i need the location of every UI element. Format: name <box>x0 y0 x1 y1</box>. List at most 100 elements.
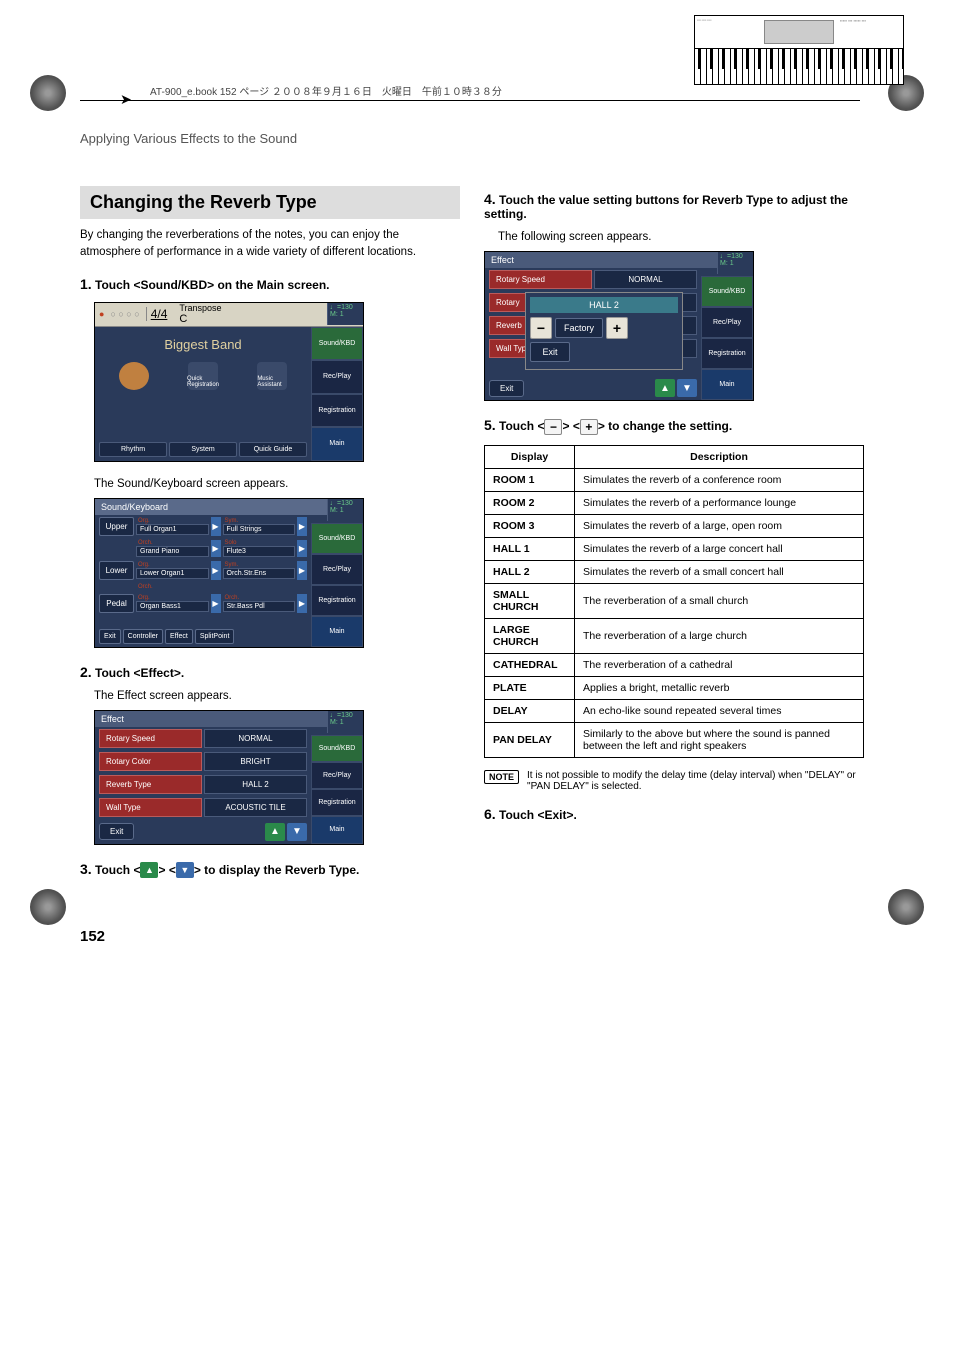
eff-side-main[interactable]: Main <box>311 816 363 843</box>
music-assist-icon[interactable]: Music Assistant <box>257 362 287 390</box>
side-rec-play[interactable]: Rec/Play <box>311 360 363 394</box>
inline-down-icon: ▼ <box>176 862 194 878</box>
popup-value-title: HALL 2 <box>530 297 678 313</box>
display-cell: CATHEDRAL <box>485 653 575 676</box>
popup-side-reg[interactable]: Registration <box>701 338 753 369</box>
arrow-icon[interactable]: ▶ <box>211 540 221 557</box>
step-6-num: 6. <box>484 806 496 822</box>
popup-nav-up[interactable]: ▲ <box>655 379 675 397</box>
arrow-icon[interactable]: ▶ <box>297 561 307 580</box>
popup-title-bar: Effect <box>491 255 514 265</box>
eff-side-reg[interactable]: Registration <box>311 789 363 816</box>
step-1-num: 1. <box>80 276 92 292</box>
arrow-icon[interactable]: ▶ <box>297 594 307 613</box>
quick-reg-icon[interactable]: Quick Registration <box>188 362 218 390</box>
keyboard-diagram: ▪▪▪▪ ▪▪▪▪ ▪▪▪▪ ▪▪▪▪▪ ▪▪▪ ▪▪▪▪▪ ▪▪▪ <box>694 15 904 85</box>
arrow-icon[interactable]: ▶ <box>297 540 307 557</box>
description-cell: The reverberation of a large church <box>575 618 864 653</box>
kb-side-sound[interactable]: Sound/KBD <box>311 523 363 554</box>
minus-button[interactable]: − <box>530 317 552 339</box>
kb-side-main[interactable]: Main <box>311 616 363 647</box>
effect-button[interactable]: Effect <box>165 629 193 644</box>
breadcrumb: Applying Various Effects to the Sound <box>80 131 460 146</box>
popup-outer-exit[interactable]: Exit <box>489 380 524 397</box>
lower-label: Lower <box>99 561 134 580</box>
reverb-type-value[interactable]: HALL 2 <box>204 775 307 794</box>
factory-button[interactable]: Factory <box>555 318 603 338</box>
effect-screen-figure: Effect P.1/3 ♩=130M: 1 Sound/KBD Rec/Pla… <box>94 710 364 845</box>
upper-voice-3[interactable]: Grand Piano <box>136 546 209 557</box>
popup-exit-button[interactable]: Exit <box>530 342 570 362</box>
disc-icon[interactable] <box>119 362 149 390</box>
pedal-label: Pedal <box>99 594 134 613</box>
step-2: 2. Touch <Effect>. <box>80 664 460 680</box>
system-button[interactable]: System <box>169 442 237 457</box>
controller-button[interactable]: Controller <box>123 629 163 644</box>
value-popup: HALL 2 − Factory + Exit <box>525 292 683 370</box>
time-sig: 4/4 <box>146 307 168 321</box>
upper-voice-4[interactable]: Flute3 <box>223 546 296 557</box>
nav-up-icon[interactable]: ▲ <box>265 823 285 841</box>
lower-voice-2[interactable]: Orch.Str.Ens <box>223 568 296 579</box>
rotary-speed-value[interactable]: NORMAL <box>204 729 307 748</box>
popup-nav-down[interactable]: ▼ <box>677 379 697 397</box>
main-screen-figure: ● ○ ○ ○ ○ 4/4 TransposeC C ♩=130M: 1 Sou… <box>94 302 364 462</box>
inline-minus-icon: − <box>544 419 562 435</box>
note-block: NOTE It is not possible to modify the de… <box>484 770 864 792</box>
upper-voice-1[interactable]: Full Organ1 <box>136 524 209 535</box>
nav-down-icon[interactable]: ▼ <box>287 823 307 841</box>
arrow-icon[interactable]: ▶ <box>211 561 221 580</box>
eff-title: Effect <box>101 714 124 724</box>
popup-screen-figure: Effect P.1/3 ♩=130M: 1 Sound/KBD Rec/Pla… <box>484 251 754 401</box>
description-cell: Applies a bright, metallic reverb <box>575 676 864 699</box>
arrow-icon[interactable]: ▶ <box>211 594 221 613</box>
rhythm-button[interactable]: Rhythm <box>99 442 167 457</box>
pedal-voice-2[interactable]: Str.Bass Pdl <box>223 601 296 612</box>
quick-guide-button[interactable]: Quick Guide <box>239 442 307 457</box>
upper-label: Upper <box>99 517 134 536</box>
step-2-num: 2. <box>80 664 92 680</box>
step-4-text: Touch the value setting buttons for Reve… <box>484 193 848 221</box>
rotary-speed-label: Rotary Speed <box>99 729 202 748</box>
table-header-display: Display <box>485 445 575 468</box>
side-sound-kbd[interactable]: Sound/KBD <box>311 327 363 361</box>
eff-side-rec[interactable]: Rec/Play <box>311 762 363 789</box>
step-6: 6. Touch <Exit>. <box>484 806 864 822</box>
step-3: 3. Touch <▲> <▼> to display the Reverb T… <box>80 861 460 879</box>
pedal-voice-1[interactable]: Organ Bass1 <box>136 601 209 612</box>
lower-voice-1[interactable]: Lower Organ1 <box>136 568 209 579</box>
arrow-icon[interactable]: ▶ <box>211 517 221 536</box>
rotary-color-label: Rotary Color <box>99 752 202 771</box>
description-cell: Simulates the reverb of a conference roo… <box>575 468 864 491</box>
eff-exit-button[interactable]: Exit <box>99 823 134 840</box>
popup-side-sound[interactable]: Sound/KBD <box>701 276 753 307</box>
display-cell: ROOM 1 <box>485 468 575 491</box>
display-cell: PLATE <box>485 676 575 699</box>
table-row: SMALL CHURCHThe reverberation of a small… <box>485 583 864 618</box>
wall-type-label: Wall Type <box>99 798 202 817</box>
display-cell: ROOM 2 <box>485 491 575 514</box>
splitpoint-button[interactable]: SplitPoint <box>195 629 235 644</box>
section-title: Changing the Reverb Type <box>80 186 460 219</box>
rotary-color-value[interactable]: BRIGHT <box>204 752 307 771</box>
description-cell: An echo-like sound repeated several time… <box>575 699 864 722</box>
side-main[interactable]: Main <box>311 427 363 461</box>
step-1: 1. Touch <Sound/KBD> on the Main screen. <box>80 276 460 292</box>
popup-side-main[interactable]: Main <box>701 369 753 400</box>
table-row: PLATEApplies a bright, metallic reverb <box>485 676 864 699</box>
wall-type-value[interactable]: ACOUSTIC TILE <box>204 798 307 817</box>
side-registration[interactable]: Registration <box>311 394 363 428</box>
kb-side-reg[interactable]: Registration <box>311 585 363 616</box>
table-row: ROOM 2Simulates the reverb of a performa… <box>485 491 864 514</box>
kb-exit-button[interactable]: Exit <box>99 629 121 644</box>
upper-voice-2[interactable]: Full Strings <box>223 524 296 535</box>
arrow-icon[interactable]: ▶ <box>297 517 307 536</box>
display-cell: PAN DELAY <box>485 722 575 757</box>
step-2-text: Touch <Effect>. <box>95 666 184 680</box>
kb-side-rec[interactable]: Rec/Play <box>311 554 363 585</box>
plus-button[interactable]: + <box>606 317 628 339</box>
eff-side-sound[interactable]: Sound/KBD <box>311 735 363 762</box>
step-2-caption: The Effect screen appears. <box>94 690 460 702</box>
popup-side-rec[interactable]: Rec/Play <box>701 307 753 338</box>
display-cell: ROOM 3 <box>485 514 575 537</box>
